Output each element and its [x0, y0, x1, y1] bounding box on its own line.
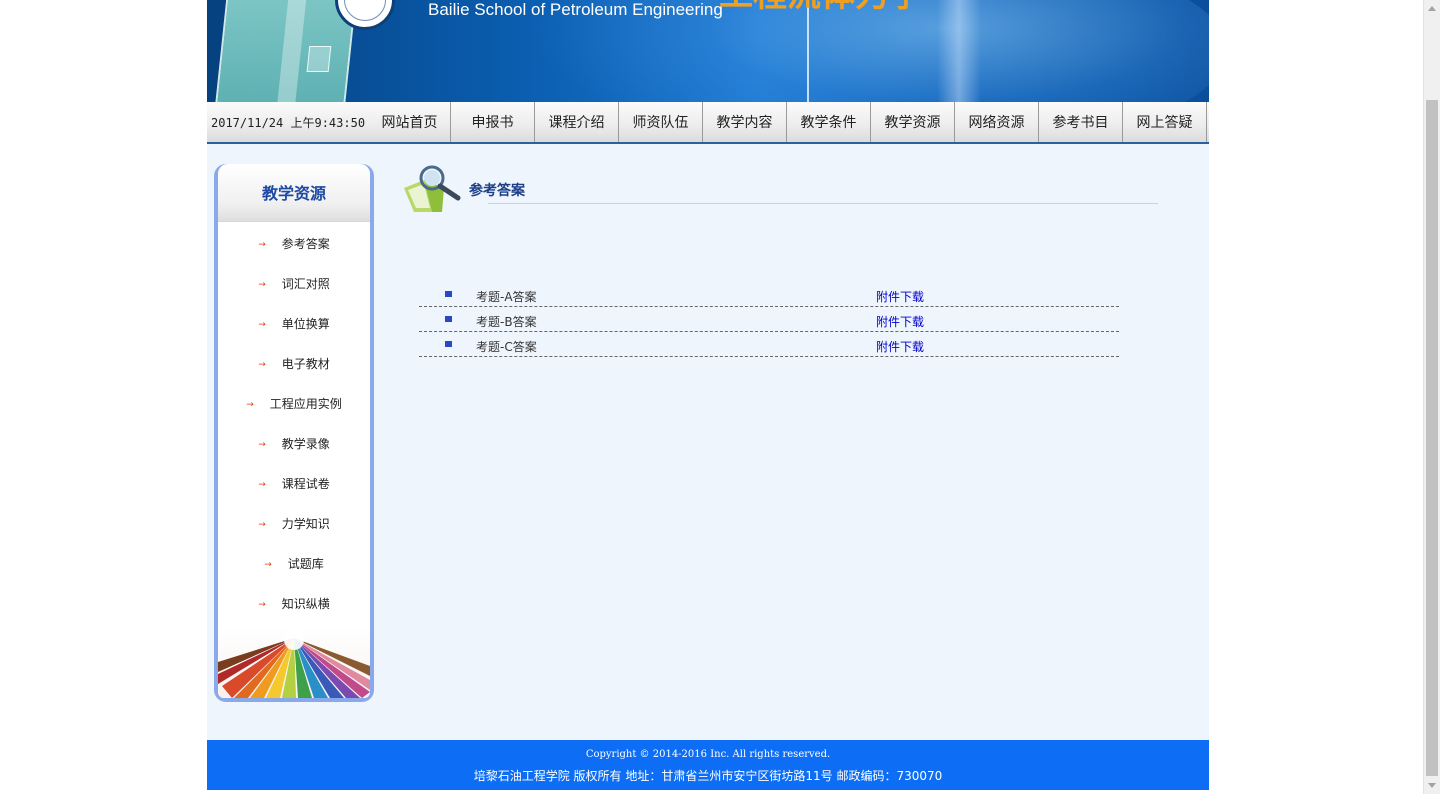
download-link[interactable]: 附件下载 — [876, 288, 924, 305]
datetime-display: 2017/11/24 上午9:43:50 — [211, 116, 366, 130]
list-item: 考题-C答案 附件下载 — [419, 332, 1119, 357]
sidebar-item-label: 力学知识 — [281, 517, 330, 531]
download-link[interactable]: 附件下载 — [876, 338, 924, 355]
arrow-right-icon: → — [258, 600, 266, 610]
sidebar-item-glossary[interactable]: → 词汇对照 — [218, 264, 370, 304]
sidebar-item-engineering-cases[interactable]: → 工程应用实例 — [218, 384, 370, 424]
arrow-right-icon: → — [258, 520, 266, 530]
nav-teaching-resources[interactable]: 教学资源 — [871, 102, 955, 142]
scroll-down-icon[interactable] — [1428, 783, 1436, 788]
sidebar-item-label: 词汇对照 — [281, 277, 330, 291]
scrollbar-thumb[interactable] — [1426, 100, 1438, 776]
footer-copyright: Copyright © 2014-2016 Inc. All rights re… — [585, 749, 831, 760]
colored-pencils-image — [218, 628, 370, 698]
footer: Copyright © 2014-2016 Inc. All rights re… — [207, 740, 1209, 790]
arrow-right-icon: → — [258, 440, 266, 450]
sidebar-item-label: 教学录像 — [281, 437, 330, 451]
section-heading: 参考答案 — [402, 162, 1162, 218]
main-area: 教学资源 → 参考答案 → 词汇对照 → 单位换算 → 电子教材 → 工程应用实例 → 教学… — [207, 144, 1209, 740]
sidebar-item-label: 试题库 — [287, 557, 324, 571]
banner-divider — [807, 0, 809, 102]
nav-reference-books[interactable]: 参考书目 — [1039, 102, 1123, 142]
sidebar-item-unit-conversion[interactable]: → 单位换算 — [218, 304, 370, 344]
section-title: 参考答案 — [469, 183, 525, 199]
school-name: Bailie School of Petroleum Engineering — [428, 0, 723, 19]
file-name: 考题-B答案 — [476, 315, 537, 329]
site-title: 工程流体力学 — [719, 0, 939, 10]
section-underline — [488, 203, 1158, 204]
nav-home[interactable]: 网站首页 — [369, 102, 451, 142]
sidebar-item-label: 课程试卷 — [281, 477, 330, 491]
sidebar-item-label: 知识纵横 — [281, 597, 330, 611]
magnifier-book-icon — [404, 165, 461, 212]
arrow-right-icon: → — [246, 400, 254, 410]
nav-course-intro[interactable]: 课程介绍 — [535, 102, 619, 142]
vertical-scrollbar[interactable] — [1423, 0, 1440, 794]
sidebar-item-knowledge-overview[interactable]: → 知识纵横 — [218, 584, 370, 624]
sidebar-item-label: 单位换算 — [281, 317, 330, 331]
list-item: 考题-A答案 附件下载 — [419, 282, 1119, 307]
sidebar-item-lecture-videos[interactable]: → 教学录像 — [218, 424, 370, 464]
header-banner: Bailie School of Petroleum Engineering 工… — [207, 0, 1209, 102]
square-bullet-icon — [445, 341, 452, 347]
content-panel: 参考答案 考题-A答案 附件下载 考题-B答案 附件下载 考题-C答案 附件下载 — [402, 162, 1162, 357]
file-name: 考题-A答案 — [476, 290, 537, 304]
file-list: 考题-A答案 附件下载 考题-B答案 附件下载 考题-C答案 附件下载 — [419, 282, 1119, 357]
square-bullet-icon — [445, 316, 452, 322]
arrow-right-icon: → — [258, 320, 266, 330]
arrow-right-icon: → — [258, 240, 266, 250]
arrow-right-icon: → — [258, 360, 266, 370]
sidebar-menu: → 参考答案 → 词汇对照 → 单位换算 → 电子教材 → 工程应用实例 → 教学录像 → 课… — [218, 222, 370, 624]
sidebar-item-mechanics-knowledge[interactable]: → 力学知识 — [218, 504, 370, 544]
nav-online-qa[interactable]: 网上答疑 — [1123, 102, 1207, 142]
square-bullet-icon — [445, 291, 452, 297]
sidebar-item-reference-answers[interactable]: → 参考答案 — [218, 224, 370, 264]
scroll-up-icon[interactable] — [1428, 6, 1436, 11]
main-nav: 2017/11/24 上午9:43:50 网站首页 申报书 课程介绍 师资队伍 … — [207, 102, 1209, 144]
sidebar-item-label: 电子教材 — [281, 357, 330, 371]
sidebar-item-label: 参考答案 — [281, 237, 330, 251]
nav-web-resources[interactable]: 网络资源 — [955, 102, 1039, 142]
arrow-right-icon: → — [264, 560, 272, 570]
banner-light-pillar — [937, 0, 981, 102]
arrow-right-icon: → — [258, 480, 266, 490]
textbook-cover-image — [214, 0, 358, 102]
sidebar-item-label: 工程应用实例 — [269, 397, 342, 411]
sidebar-item-e-textbook[interactable]: → 电子教材 — [218, 344, 370, 384]
sidebar-item-question-bank[interactable]: → 试题库 — [218, 544, 370, 584]
nav-teaching-content[interactable]: 教学内容 — [703, 102, 787, 142]
list-item: 考题-B答案 附件下载 — [419, 307, 1119, 332]
nav-application[interactable]: 申报书 — [451, 102, 535, 142]
page: Bailie School of Petroleum Engineering 工… — [207, 0, 1209, 794]
file-name: 考题-C答案 — [476, 340, 537, 354]
download-link[interactable]: 附件下载 — [876, 313, 924, 330]
arrow-right-icon: → — [258, 280, 266, 290]
sidebar: 教学资源 → 参考答案 → 词汇对照 → 单位换算 → 电子教材 → 工程应用实例 → 教学… — [214, 164, 374, 702]
sidebar-title: 教学资源 — [218, 164, 370, 222]
nav-faculty[interactable]: 师资队伍 — [619, 102, 703, 142]
nav-teaching-conditions[interactable]: 教学条件 — [787, 102, 871, 142]
footer-address: 培黎石油工程学院 版权所有 地址：甘肃省兰州市安宁区街坊路11号 邮政编码：73… — [473, 769, 943, 783]
sidebar-item-exam-papers[interactable]: → 课程试卷 — [218, 464, 370, 504]
